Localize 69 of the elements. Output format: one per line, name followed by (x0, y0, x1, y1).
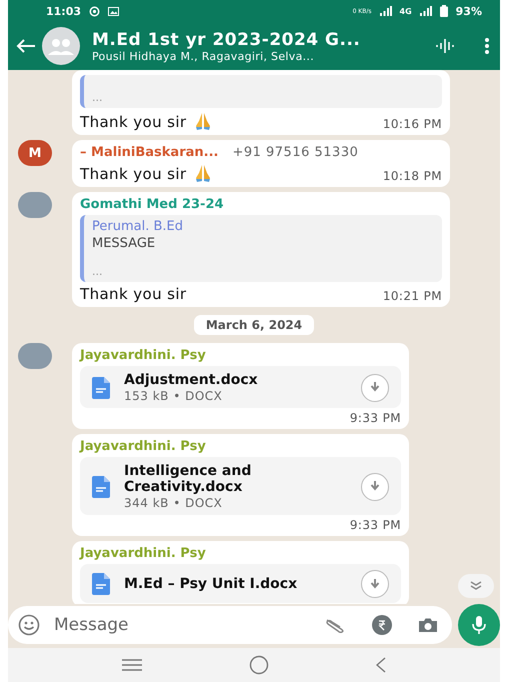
document-icon (92, 476, 110, 498)
sender-phone: +91 97516 51330 (232, 145, 358, 160)
sender-name[interactable]: Gomathi Med 23-24 (80, 197, 224, 212)
date-chip: March 6, 2024 (194, 315, 314, 335)
group-avatar-icon[interactable] (42, 27, 80, 65)
chat-app-icon (89, 6, 100, 16)
back-arrow-icon (16, 38, 36, 54)
file-name: Adjustment.docx (124, 372, 259, 388)
chat-members: Pousil Hidhaya M., Ragavagiri, Selva... (92, 50, 316, 62)
microphone-button[interactable] (458, 604, 500, 646)
signal-icon (380, 6, 392, 16)
emoji-icon[interactable] (18, 614, 40, 636)
sender-name[interactable]: Jayavardhini. Psy (80, 348, 206, 363)
scroll-down-button[interactable] (458, 574, 494, 598)
clock-time: 11:03 (46, 4, 82, 18)
voice-call-icon[interactable] (436, 38, 454, 54)
microphone-icon (472, 616, 486, 634)
message-time: 10:21 PM (382, 289, 442, 303)
signal-icon (420, 6, 432, 16)
rupee-payment-icon[interactable] (372, 615, 392, 635)
gallery-icon (108, 6, 120, 16)
file-size: 153 kB • DOCX (124, 389, 224, 403)
avatar-photo-placeholder[interactable] (18, 343, 52, 369)
document-icon (92, 573, 110, 595)
message-time: 9:33 PM (350, 411, 401, 425)
document-attachment[interactable]: Intelligence and Creativity.docx 344 kB • DOCX (80, 457, 401, 515)
quoted-message[interactable]: ... (80, 75, 442, 108)
download-icon (370, 578, 380, 590)
battery-percent: 93% (456, 4, 482, 18)
more-options-icon[interactable] (484, 37, 490, 55)
chat-title[interactable]: M.Ed 1st yr 2023-2024 G... (92, 30, 430, 50)
document-attachment[interactable]: Adjustment.docx 153 kB • DOCX (80, 366, 401, 408)
quote-ellipsis: ... (92, 265, 104, 278)
sender-name[interactable]: Jayavardhini. Psy (80, 439, 206, 454)
download-icon (370, 481, 380, 492)
back-button[interactable] (16, 38, 36, 54)
message-text: Thank you sir (80, 113, 187, 131)
download-button[interactable] (361, 570, 389, 598)
sender-name[interactable]: Jayavardhini. Psy (80, 546, 206, 561)
quote-text: ... (92, 91, 104, 104)
message-field[interactable]: Message (8, 606, 452, 644)
download-button[interactable] (361, 374, 389, 402)
message-time: 9:33 PM (350, 518, 401, 532)
file-name: M.Ed – Psy Unit I.docx (124, 576, 298, 592)
network-type: 4G (400, 6, 412, 16)
message-text: Thank you sir (80, 165, 187, 183)
message-time: 10:16 PM (382, 117, 442, 131)
message-text: Thank you sir (80, 285, 187, 303)
message-input[interactable]: Message (52, 614, 312, 636)
message-time: 10:18 PM (382, 169, 442, 183)
home-icon[interactable] (248, 655, 269, 675)
file-name: Intelligence and Creativity.docx (124, 463, 252, 495)
battery-icon (440, 5, 448, 17)
letter-avatar[interactable]: M (18, 140, 52, 166)
document-attachment[interactable]: M.Ed – Psy Unit I.docx (80, 564, 401, 603)
quoted-message[interactable]: Perumal. B.Ed MESSAGE ... (80, 215, 442, 282)
quote-text: MESSAGE (92, 236, 156, 251)
paperclip-icon[interactable] (324, 617, 346, 633)
sender-name[interactable]: – MaliniBaskaran... (80, 145, 218, 160)
camera-icon[interactable] (418, 617, 438, 633)
back-icon[interactable] (376, 657, 386, 673)
double-chevron-down-icon (470, 581, 482, 591)
file-size: 344 kB • DOCX (124, 496, 224, 510)
quote-author: Perumal. B.Ed (92, 219, 184, 234)
download-button[interactable] (361, 472, 389, 500)
download-icon (370, 382, 380, 393)
avatar-photo-placeholder[interactable] (18, 192, 52, 218)
document-icon (92, 376, 110, 398)
recent-apps-icon[interactable] (122, 659, 142, 671)
